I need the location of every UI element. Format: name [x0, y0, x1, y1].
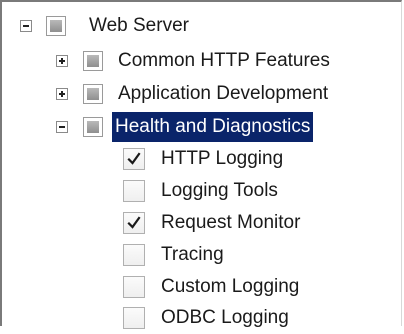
checkbox-request-monitor[interactable]	[123, 212, 145, 234]
checkbox-custom-logging[interactable]	[123, 276, 145, 298]
partial-checkbox-common-http-features[interactable]	[83, 51, 103, 71]
tree-node-application-development[interactable]: Application Development	[56, 78, 331, 110]
tree-item-label[interactable]: Logging Tools	[158, 176, 281, 206]
checkmark-icon	[127, 216, 141, 229]
collapse-icon[interactable]	[20, 20, 32, 32]
tree-item-label[interactable]: Tracing	[158, 240, 227, 270]
tree-node-label[interactable]: Common HTTP Features	[115, 46, 333, 76]
tree-item-request-monitor[interactable]: Request Monitor	[123, 207, 303, 239]
tree-item-label[interactable]: Custom Logging	[158, 272, 302, 302]
tree-item-custom-logging[interactable]: Custom Logging	[123, 271, 302, 303]
tree-item-label[interactable]: ODBC Logging	[158, 303, 292, 333]
collapse-icon[interactable]	[56, 121, 68, 133]
tree-view: Web Server Common HTTP Features Applicat…	[0, 0, 402, 329]
tree-node-common-http-features[interactable]: Common HTTP Features	[56, 45, 333, 77]
tree-node-health-and-diagnostics[interactable]: Health and Diagnostics	[56, 111, 314, 143]
expand-icon[interactable]	[56, 55, 68, 67]
checkbox-tracing[interactable]	[123, 244, 145, 266]
tree-node-label[interactable]: Web Server	[86, 11, 192, 41]
tree-item-odbc-logging[interactable]: ODBC Logging	[123, 302, 292, 334]
checkmark-icon	[127, 152, 141, 165]
partial-checkbox-application-development[interactable]	[83, 84, 103, 104]
checkbox-logging-tools[interactable]	[123, 180, 145, 202]
partial-checkbox-web-server[interactable]	[46, 16, 66, 36]
checkbox-odbc-logging[interactable]	[123, 307, 145, 329]
tree-node-label[interactable]: Application Development	[115, 79, 331, 109]
expand-icon[interactable]	[56, 88, 68, 100]
partial-checkbox-health-and-diagnostics[interactable]	[83, 117, 103, 137]
tree-item-http-logging[interactable]: HTTP Logging	[123, 143, 286, 175]
tree-node-web-server[interactable]: Web Server	[20, 10, 192, 42]
tree-item-logging-tools[interactable]: Logging Tools	[123, 175, 281, 207]
tree-item-label[interactable]: HTTP Logging	[158, 144, 286, 174]
tree-node-label-selected[interactable]: Health and Diagnostics	[112, 112, 314, 142]
checkbox-http-logging[interactable]	[123, 148, 145, 170]
tree-item-tracing[interactable]: Tracing	[123, 239, 227, 271]
tree-item-label[interactable]: Request Monitor	[158, 208, 303, 238]
